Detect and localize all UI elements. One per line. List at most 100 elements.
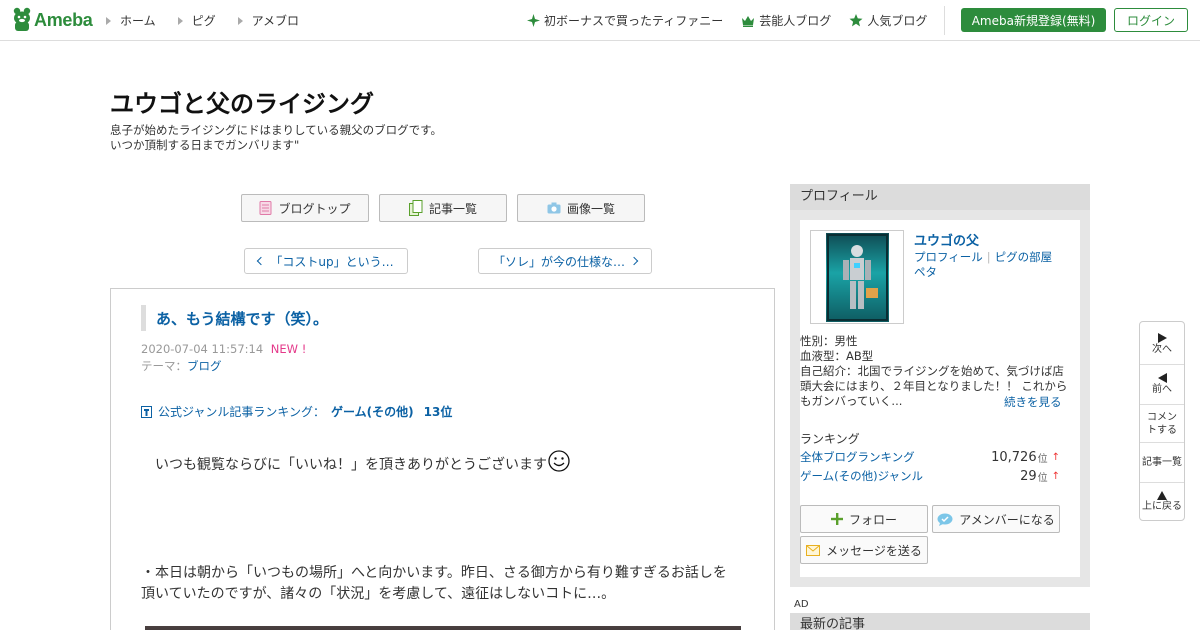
star-icon xyxy=(849,14,863,27)
blog-description-line: 息子が始めたライジングにドはまりしている親父のブログです。 xyxy=(110,123,443,137)
floating-nav-divider xyxy=(1140,404,1184,405)
chevron-right-icon xyxy=(629,256,639,266)
ranking-row: ゲーム(その他)ジャンル 29 位 ↑ xyxy=(800,467,1060,485)
camera-icon xyxy=(547,202,561,214)
triangle-up-icon xyxy=(1157,491,1167,500)
amember-label: アメンバーになる xyxy=(959,512,1055,527)
ameba-mascot-icon xyxy=(13,7,31,31)
article-image[interactable] xyxy=(145,626,741,630)
envelope-icon xyxy=(806,544,821,556)
sparkle-icon xyxy=(527,14,540,27)
article-date: 2020-07-04 11:57:14 NEW ! xyxy=(141,342,306,356)
nav-ameblo-label: アメブロ xyxy=(251,14,300,28)
profile-avatar[interactable] xyxy=(810,230,904,324)
prev-entry-link[interactable]: 「コストup」という… xyxy=(244,248,408,274)
rank-up-arrow-icon: ↑ xyxy=(1051,451,1060,463)
blog-top-label: ブログトップ xyxy=(278,201,351,216)
nav-trend-label: 初ボーナスで買ったティファニー xyxy=(544,14,724,28)
nav-trend-link[interactable]: 初ボーナスで買ったティファニー xyxy=(527,12,723,29)
next-entry-button[interactable]: 次へ xyxy=(1140,326,1184,362)
prev-entry-button[interactable]: 前へ xyxy=(1140,366,1184,402)
blog-title[interactable]: ユウゴと父のライジング xyxy=(110,84,374,119)
genre-ranking-genre: ゲーム(その他) xyxy=(331,405,414,419)
ameba-logo[interactable]: Ameba xyxy=(12,7,93,33)
read-more-link[interactable]: 続きを見る xyxy=(1004,394,1062,410)
ranking-row: 全体ブログランキング 10,726 位 ↑ xyxy=(800,448,1060,466)
new-badge: NEW ! xyxy=(270,342,307,356)
theme-link[interactable]: ブログ xyxy=(187,359,222,373)
send-message-label: メッセージを送る xyxy=(826,543,922,558)
register-button[interactable]: Ameba新規登録(無料) xyxy=(961,8,1106,32)
profile-links: プロフィール | ピグの部屋 ペタ xyxy=(914,250,1052,280)
ranking-heading: ランキング xyxy=(800,432,860,446)
profile-body: ユウゴの父 プロフィール | ピグの部屋 ペタ 性別：男性 血液型：AB型 自己紹介… xyxy=(800,220,1080,577)
back-to-top-button[interactable]: 上に戻る xyxy=(1140,484,1184,520)
comment-button[interactable]: コメントする xyxy=(1140,406,1184,442)
article-title[interactable]: あ、もう結構です（笑）。 xyxy=(141,305,328,331)
genre-ranking-position: 13位 xyxy=(423,405,453,419)
global-header: Ameba ホーム ピグ アメブロ 初ボーナスで買ったティファニー 芸能人ブログ… xyxy=(0,0,1200,41)
header-divider xyxy=(944,6,945,35)
article-paragraph: いつも観覧ならびに「いいね！」を頂きありがとうございます xyxy=(155,450,570,474)
copy-pages-icon xyxy=(408,200,423,216)
article-text: いつも観覧ならびに「いいね！」を頂きありがとうございます xyxy=(155,457,547,473)
next-entry-link[interactable]: 「ソレ」が今の仕様な… xyxy=(478,248,652,274)
amember-button[interactable]: アメンバーになる xyxy=(932,505,1060,533)
prev-entry-label: 「コストup」という… xyxy=(270,254,394,269)
nav-celebrity-link[interactable]: 芸能人ブログ xyxy=(741,12,831,29)
triangle-right-icon xyxy=(106,16,111,25)
nav-popular-link[interactable]: 人気ブログ xyxy=(849,12,927,29)
global-nav-left: ホーム ピグ アメブロ xyxy=(106,12,321,29)
entry-list-float-label: 記事一覧 xyxy=(1142,456,1182,468)
follow-button[interactable]: フォロー xyxy=(800,505,928,533)
floating-nav: 次へ 前へ コメントする 記事一覧 上に戻る xyxy=(1139,321,1185,521)
entry-list-label: 記事一覧 xyxy=(428,201,477,216)
speech-bubble-icon xyxy=(937,513,953,526)
document-icon xyxy=(259,201,272,215)
nav-celebrity-label: 芸能人ブログ xyxy=(759,14,832,28)
peta-link[interactable]: ペタ xyxy=(914,265,937,279)
floating-nav-divider xyxy=(1140,364,1184,365)
triangle-right-icon xyxy=(237,16,243,25)
link-separator: | xyxy=(986,250,991,264)
follow-label: フォロー xyxy=(848,512,897,527)
profile-link[interactable]: プロフィール xyxy=(914,250,983,264)
entry-list-float-button[interactable]: 記事一覧 xyxy=(1140,444,1184,480)
ranking-label-link[interactable]: 全体ブログランキング xyxy=(800,449,915,465)
next-entry-label: 「ソレ」が今の仕様な… xyxy=(492,254,625,269)
floating-nav-divider xyxy=(1140,482,1184,483)
entry-list-button[interactable]: 記事一覧 xyxy=(379,194,507,222)
image-list-label: 画像一覧 xyxy=(566,201,615,216)
ranking-label-link[interactable]: ゲーム(その他)ジャンル xyxy=(800,468,923,484)
back-to-top-label: 上に戻る xyxy=(1142,501,1182,512)
profile-widget: プロフィール ユウゴの父 プロフィール | ピグの部屋 ペタ 性別：男性 血液型… xyxy=(790,184,1090,587)
article-paragraph: ・本日は朝から「いつもの場所」へと向かいます。昨日、さる御方から有り難すぎるお話… xyxy=(141,565,727,602)
login-button[interactable]: ログイン xyxy=(1114,8,1188,32)
pigg-room-link[interactable]: ピグの部屋 xyxy=(995,250,1053,264)
article-timestamp: 2020-07-04 11:57:14 xyxy=(141,342,264,356)
latest-entries-heading: 最新の記事 xyxy=(790,613,1090,630)
prev-label: 前へ xyxy=(1152,383,1172,395)
global-nav-right: 初ボーナスで買ったティファニー 芸能人ブログ 人気ブログ xyxy=(527,12,945,29)
smiley-emoji-icon xyxy=(548,450,570,472)
next-label: 次へ xyxy=(1152,343,1172,355)
crown-icon xyxy=(742,15,755,27)
ranking-icon xyxy=(141,405,152,418)
article-theme: テーマ：ブログ xyxy=(141,358,222,374)
comment-label: コメントする xyxy=(1147,412,1177,436)
genre-ranking-link[interactable]: 公式ジャンル記事ランキング： ゲーム(その他) 13位 xyxy=(141,403,452,420)
profile-gender: 性別：男性 xyxy=(800,334,858,348)
genre-ranking-label: 公式ジャンル記事ランキング： xyxy=(158,405,326,419)
nav-ameblo-link[interactable]: アメブロ xyxy=(237,12,300,29)
blog-top-button[interactable]: ブログトップ xyxy=(241,194,369,222)
image-list-button[interactable]: 画像一覧 xyxy=(517,194,645,222)
plus-icon xyxy=(830,513,843,525)
nav-pigg-link[interactable]: ピグ xyxy=(177,12,216,29)
ranking-unit: 位 xyxy=(1037,472,1048,484)
ad-label: AD xyxy=(794,599,809,610)
avatar-image xyxy=(826,233,889,322)
send-message-button[interactable]: メッセージを送る xyxy=(800,536,928,564)
triangle-left-icon xyxy=(1157,372,1167,383)
nav-home-link[interactable]: ホーム xyxy=(106,12,156,29)
profile-name[interactable]: ユウゴの父 xyxy=(914,230,979,249)
